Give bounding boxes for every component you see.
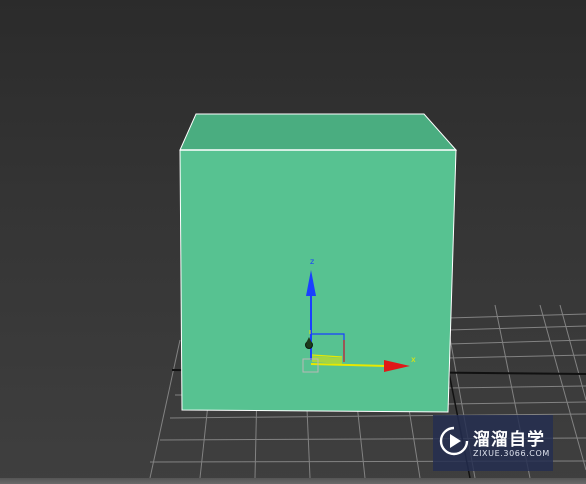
watermark-name: 溜溜自学 bbox=[473, 430, 545, 450]
viewport-bottom-border bbox=[0, 478, 586, 484]
watermark-url: ZIXUE.3066.COM bbox=[473, 449, 550, 458]
play-logo-icon bbox=[439, 426, 469, 456]
gizmo-z-label: z bbox=[310, 257, 314, 266]
gizmo-x-label: x bbox=[411, 355, 416, 364]
watermark-badge: 溜溜自学 ZIXUE.3066.COM bbox=[433, 415, 553, 471]
box-front-face[interactable] bbox=[179, 149, 457, 413]
viewport-scene[interactable]: z x bbox=[0, 0, 586, 484]
3d-viewport[interactable]: z x 溜溜自学 ZIXUE.3066.COM bbox=[0, 0, 586, 484]
box-top-face[interactable] bbox=[179, 113, 458, 151]
